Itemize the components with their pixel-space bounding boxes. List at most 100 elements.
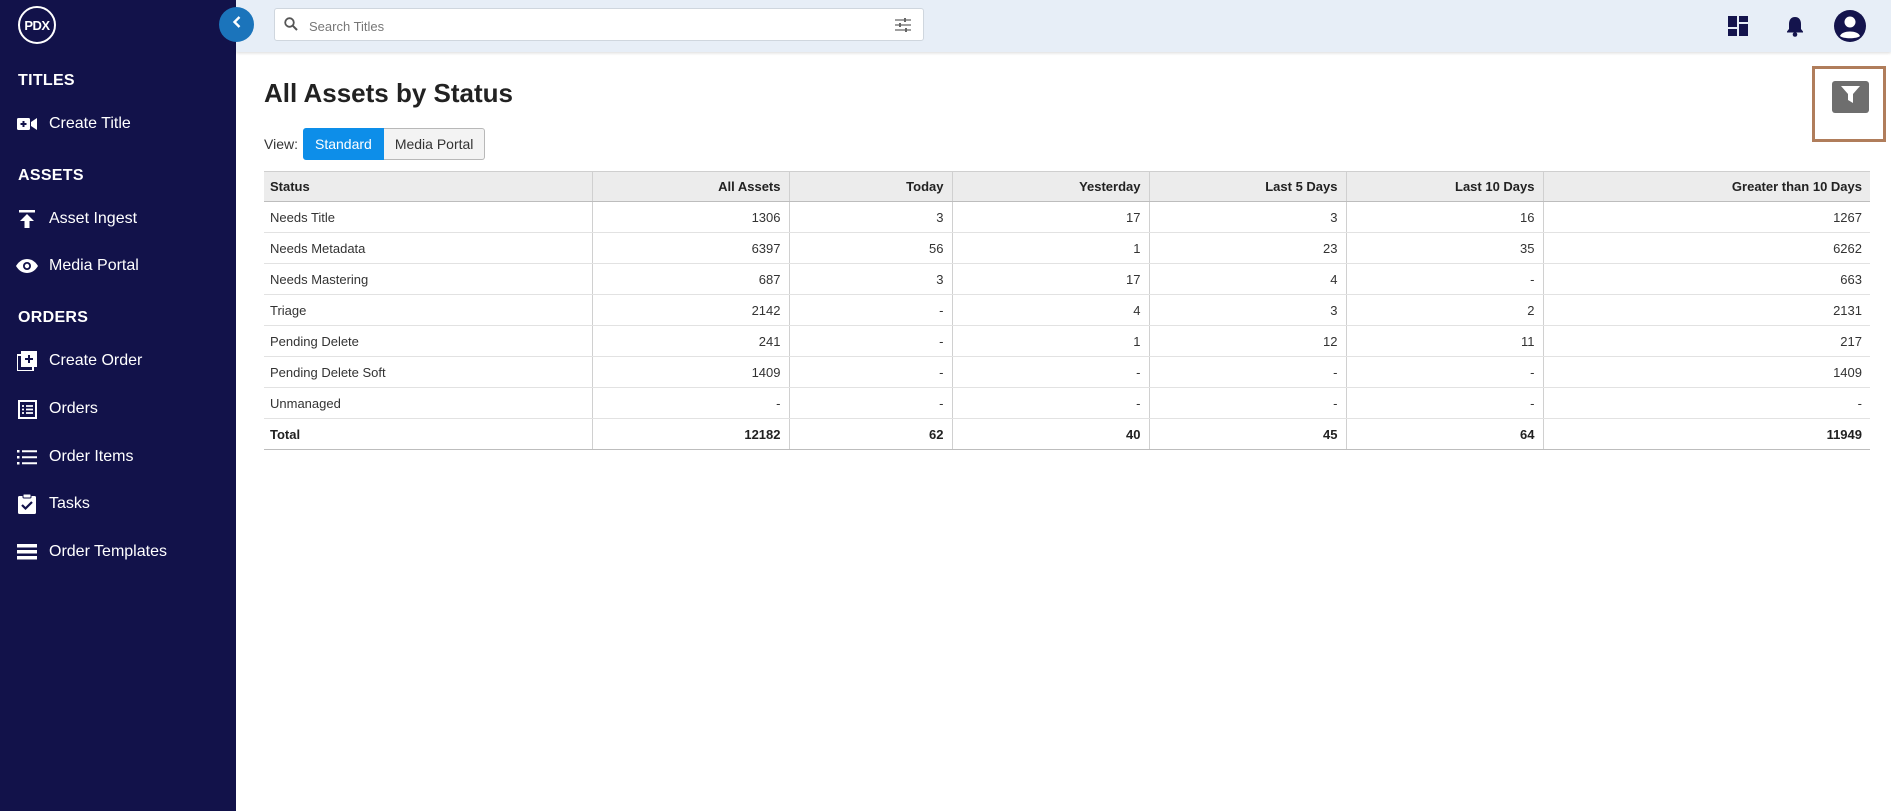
status-cell: Needs Metadata bbox=[264, 232, 592, 264]
sidebar-item-order-items[interactable]: Order Items bbox=[0, 437, 236, 477]
count-cell: 12182 bbox=[591, 418, 789, 450]
count-cell: 45 bbox=[1148, 418, 1346, 450]
search-icon bbox=[284, 17, 298, 36]
search-box bbox=[274, 8, 924, 41]
table-row: Needs Mastering 687 3 17 4-663 bbox=[264, 263, 1870, 295]
eye-icon bbox=[16, 255, 38, 277]
count-cell[interactable]: 1267 bbox=[1542, 201, 1870, 233]
table-row: Needs Metadata 6397 56 1 23 35 6262 bbox=[264, 232, 1870, 264]
count-cell: 11949 bbox=[1542, 418, 1870, 450]
column-header-status[interactable]: Status bbox=[264, 171, 592, 202]
count-cell[interactable]: 1409 bbox=[591, 356, 789, 388]
count-cell: - bbox=[951, 356, 1149, 388]
sidebar-item-label: Orders bbox=[49, 400, 98, 417]
status-cell: Triage bbox=[264, 294, 592, 326]
count-cell: 62 bbox=[788, 418, 952, 450]
top-bar bbox=[236, 0, 1891, 52]
table-header-row: Status All Assets Today Yesterday Last 5… bbox=[264, 171, 1870, 202]
count-cell[interactable]: 4 bbox=[951, 294, 1149, 326]
count-cell[interactable]: 1 bbox=[951, 325, 1149, 357]
count-cell[interactable]: 1 bbox=[951, 232, 1149, 264]
count-cell[interactable]: 3 bbox=[788, 263, 952, 295]
count-cell[interactable]: 3 bbox=[1148, 201, 1346, 233]
count-cell[interactable]: 663 bbox=[1542, 263, 1870, 295]
count-cell[interactable]: 35 bbox=[1345, 232, 1543, 264]
count-cell[interactable]: 1306 bbox=[591, 201, 789, 233]
status-cell: Needs Mastering bbox=[264, 263, 592, 295]
sidebar-item-label: Media Portal bbox=[49, 257, 139, 274]
count-cell[interactable]: 2131 bbox=[1542, 294, 1870, 326]
view-option-standard[interactable]: Standard bbox=[302, 128, 384, 160]
column-header-yesterday[interactable]: Yesterday bbox=[951, 171, 1149, 202]
count-cell: - bbox=[788, 325, 952, 357]
bullet-list-icon bbox=[16, 446, 38, 468]
column-header-all-assets[interactable]: All Assets bbox=[591, 171, 789, 202]
column-header-last-10-days[interactable]: Last 10 Days bbox=[1345, 171, 1543, 202]
count-cell[interactable]: 3 bbox=[788, 201, 952, 233]
count-cell: - bbox=[1345, 356, 1543, 388]
count-cell[interactable]: 4 bbox=[1148, 263, 1346, 295]
table-row: Needs Title 1306 3 17 3 16 1267 bbox=[264, 201, 1870, 233]
count-cell[interactable]: 6397 bbox=[591, 232, 789, 264]
view-option-media-portal[interactable]: Media Portal bbox=[383, 128, 486, 160]
filter-settings-icon[interactable] bbox=[895, 18, 911, 37]
sidebar-item-tasks[interactable]: Tasks bbox=[0, 484, 236, 524]
count-cell: - bbox=[1542, 387, 1870, 419]
column-header-today[interactable]: Today bbox=[788, 171, 952, 202]
count-cell[interactable]: 241 bbox=[591, 325, 789, 357]
account-icon[interactable] bbox=[1832, 8, 1868, 44]
count-cell: - bbox=[788, 356, 952, 388]
count-cell[interactable]: 3 bbox=[1148, 294, 1346, 326]
section-label-orders: ORDERS bbox=[18, 309, 89, 326]
collapse-sidebar-button[interactable] bbox=[219, 7, 254, 42]
sidebar-item-asset-ingest[interactable]: Asset Ingest bbox=[0, 199, 236, 239]
count-cell[interactable]: 23 bbox=[1148, 232, 1346, 264]
count-cell[interactable]: 11 bbox=[1345, 325, 1543, 357]
page-title: All Assets by Status bbox=[264, 78, 514, 108]
clipboard-check-icon bbox=[16, 493, 38, 515]
sidebar-item-label: Order Items bbox=[49, 448, 134, 465]
count-cell[interactable]: 217 bbox=[1542, 325, 1870, 357]
filter-button[interactable] bbox=[1832, 81, 1869, 113]
video-plus-icon bbox=[16, 113, 38, 135]
count-cell: - bbox=[1345, 387, 1543, 419]
assets-status-table: Status All Assets Today Yesterday Last 5… bbox=[264, 171, 1870, 450]
sidebar-item-label: Tasks bbox=[49, 495, 90, 512]
count-cell[interactable]: 17 bbox=[951, 263, 1149, 295]
column-header-last-5-days[interactable]: Last 5 Days bbox=[1148, 171, 1346, 202]
sidebar-item-media-portal[interactable]: Media Portal bbox=[0, 246, 236, 286]
sidebar-item-create-order[interactable]: Create Order bbox=[0, 341, 236, 381]
column-header-greater-than-10-days[interactable]: Greater than 10 Days bbox=[1542, 171, 1870, 202]
search-input[interactable] bbox=[307, 14, 871, 38]
count-cell[interactable]: 1409 bbox=[1542, 356, 1870, 388]
count-cell: - bbox=[788, 294, 952, 326]
count-cell[interactable]: 6262 bbox=[1542, 232, 1870, 264]
sidebar-item-label: Create Title bbox=[49, 115, 131, 132]
dashboard-icon[interactable] bbox=[1722, 10, 1754, 42]
count-cell[interactable]: 687 bbox=[591, 263, 789, 295]
count-cell: 40 bbox=[951, 418, 1149, 450]
chevron-left-icon bbox=[231, 15, 243, 34]
table-row: Pending Delete 241-1 12 11 217 bbox=[264, 325, 1870, 357]
count-cell: - bbox=[1148, 387, 1346, 419]
list-alt-icon bbox=[16, 398, 38, 420]
count-cell: - bbox=[788, 387, 952, 419]
table-row: Unmanaged - - - - - - bbox=[264, 387, 1870, 419]
count-cell[interactable]: 12 bbox=[1148, 325, 1346, 357]
pdx-logo[interactable]: PDX bbox=[18, 6, 56, 44]
count-cell[interactable]: 17 bbox=[951, 201, 1149, 233]
count-cell[interactable]: 2 bbox=[1345, 294, 1543, 326]
count-cell: - bbox=[1345, 263, 1543, 295]
count-cell[interactable]: 2142 bbox=[591, 294, 789, 326]
count-cell[interactable]: 16 bbox=[1345, 201, 1543, 233]
sidebar-item-order-templates[interactable]: Order Templates bbox=[0, 532, 236, 572]
sidebar-item-create-title[interactable]: Create Title bbox=[0, 104, 236, 144]
sidebar-item-orders[interactable]: Orders bbox=[0, 389, 236, 429]
table-total-row: Total 12182 62 40 45 64 11949 bbox=[264, 418, 1870, 450]
count-cell[interactable]: 56 bbox=[788, 232, 952, 264]
count-cell: 64 bbox=[1345, 418, 1543, 450]
sidebar-item-label: Create Order bbox=[49, 352, 143, 369]
funnel-icon bbox=[1841, 86, 1860, 108]
section-label-assets: ASSETS bbox=[18, 167, 84, 184]
bell-icon[interactable] bbox=[1779, 10, 1811, 42]
